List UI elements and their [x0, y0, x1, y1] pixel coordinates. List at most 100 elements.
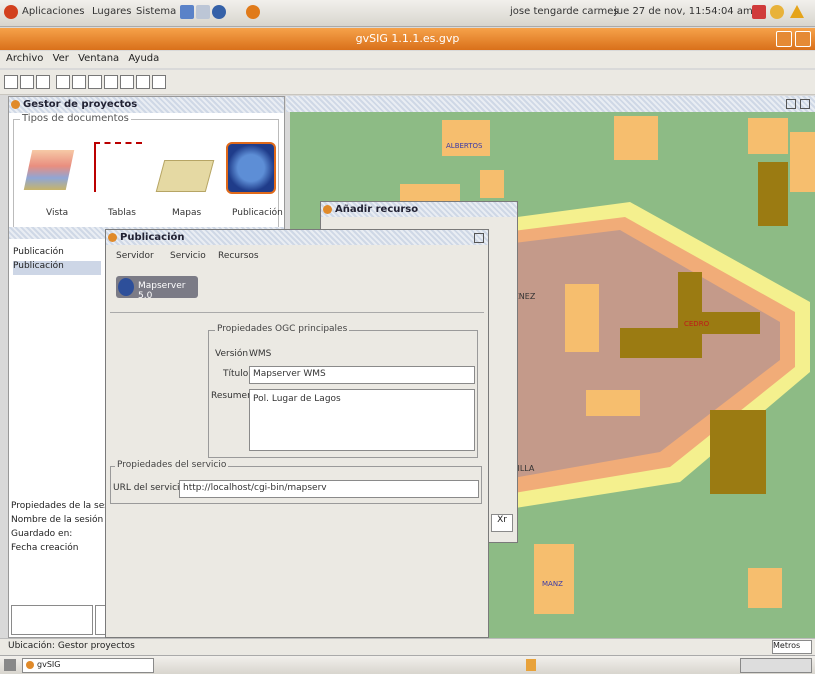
- ogc-properties-group: Propiedades OGC principales Versión WMS …: [208, 324, 478, 458]
- close-icon[interactable]: [474, 233, 484, 243]
- map-building: [710, 410, 766, 494]
- prop-session-name: Nombre de la sesión: [11, 515, 104, 525]
- launcher-icon[interactable]: [196, 5, 210, 19]
- minimize-button[interactable]: [776, 31, 792, 47]
- network-icon: [770, 5, 784, 19]
- tool-icon[interactable]: [88, 75, 102, 89]
- map-building: [586, 390, 640, 416]
- workspace-switcher[interactable]: [740, 658, 812, 673]
- props-title: Propiedades de la ses: [11, 501, 109, 511]
- tool-icon[interactable]: [120, 75, 134, 89]
- gvsig-icon: [11, 100, 20, 109]
- menu-places[interactable]: Lugares: [92, 6, 131, 17]
- taskbar: gvSIG: [0, 655, 815, 674]
- update-icon[interactable]: [752, 5, 766, 19]
- tool-icon[interactable]: [72, 75, 86, 89]
- map-label: ALBERTOS: [446, 142, 483, 150]
- url-value: http://localhost/cgi-bin/mapserv: [183, 483, 327, 493]
- menubar: Archivo Ver Ventana Ayuda: [0, 51, 815, 68]
- taskbar-task-label: gvSIG: [37, 660, 61, 669]
- title-field[interactable]: Mapserver WMS: [249, 366, 475, 384]
- add-resource-title: Añadir recurso: [335, 204, 419, 215]
- map-doc-icon[interactable]: [155, 160, 215, 192]
- taskbar-task[interactable]: gvSIG: [22, 658, 154, 673]
- user-name[interactable]: jose tengarde carmes: [510, 6, 619, 17]
- window-title: gvSIG 1.1.1.es.gvp: [355, 32, 460, 45]
- abstract-label: Resumen: [211, 391, 253, 401]
- table-doc-icon[interactable]: [94, 142, 142, 192]
- map-building: [790, 132, 815, 192]
- version-label: Versión: [215, 349, 249, 359]
- new-icon[interactable]: [4, 75, 18, 89]
- menu-view[interactable]: Ver: [53, 53, 69, 64]
- cancel-button[interactable]: Xr: [491, 514, 513, 532]
- units-field[interactable]: Metros: [772, 640, 812, 654]
- warning-icon: [790, 5, 804, 18]
- window-titlebar[interactable]: gvSIG 1.1.1.es.gvp: [0, 28, 815, 50]
- doc-type-tables[interactable]: Tablas: [108, 208, 136, 218]
- menu-file[interactable]: Archivo: [6, 53, 43, 64]
- map-building: [614, 116, 658, 160]
- menu-applications[interactable]: Aplicaciones: [22, 6, 84, 17]
- help-icon[interactable]: [212, 5, 226, 19]
- title-value: Mapserver WMS: [253, 369, 326, 379]
- gvsig-icon: [26, 661, 34, 669]
- map-view-header[interactable]: [286, 96, 815, 112]
- clock[interactable]: jue 27 de nov, 11:54:04 am: [614, 6, 753, 17]
- map-building: [758, 162, 788, 226]
- gvsig-icon: [108, 233, 117, 242]
- doc-type-view[interactable]: Vista: [46, 208, 68, 218]
- comments-field[interactable]: [11, 605, 93, 635]
- tool-icon[interactable]: [104, 75, 118, 89]
- menu-system[interactable]: Sistema: [136, 6, 176, 17]
- publish-doc-icon[interactable]: [226, 142, 276, 194]
- launcher-icon[interactable]: [180, 5, 194, 19]
- units-value: Metros: [773, 641, 801, 650]
- close-icon[interactable]: [800, 99, 810, 109]
- prop-created: Fecha creación: [11, 543, 79, 553]
- close-button[interactable]: [795, 31, 811, 47]
- status-bar: Ubicación: Gestor proyectos Metros: [0, 638, 815, 655]
- doc-types-legend: Tipos de documentos: [20, 113, 131, 124]
- publication-dialog-title: Publicación: [120, 232, 185, 243]
- abstract-field[interactable]: Pol. Lugar de Lagos: [249, 389, 475, 451]
- doc-type-publish[interactable]: Publicación: [232, 208, 283, 218]
- service-properties-group: Propiedades del servicio URL del servici…: [110, 460, 482, 504]
- abstract-value: Pol. Lugar de Lagos: [253, 394, 341, 404]
- map-building: [534, 544, 574, 614]
- pointer-icon[interactable]: [136, 75, 150, 89]
- list-item-selected[interactable]: Publicación: [13, 261, 101, 275]
- tool-icon[interactable]: [56, 75, 70, 89]
- notification-icon[interactable]: [526, 659, 536, 671]
- server-badge-label: Mapserver 5.0: [138, 281, 186, 301]
- tool-icon[interactable]: [152, 75, 166, 89]
- project-manager-header[interactable]: Gestor de proyectos: [9, 97, 284, 113]
- map-building: [442, 120, 490, 156]
- doc-type-maps[interactable]: Mapas: [172, 208, 201, 218]
- add-resource-header[interactable]: Añadir recurso: [321, 202, 517, 217]
- list-item[interactable]: Publicación: [13, 247, 64, 257]
- service-legend: Propiedades del servicio: [115, 460, 229, 470]
- status-left: Ubicación: Gestor proyectos: [8, 641, 135, 651]
- view-doc-icon[interactable]: [23, 150, 75, 190]
- tab-resources[interactable]: Recursos: [218, 251, 259, 267]
- menu-help[interactable]: Ayuda: [128, 53, 159, 64]
- title-label: Título: [223, 369, 249, 379]
- menu-window[interactable]: Ventana: [78, 53, 119, 64]
- maximize-icon[interactable]: [786, 99, 796, 109]
- tab-service[interactable]: Servicio: [170, 251, 206, 267]
- separator: [110, 312, 484, 313]
- server-icon: [118, 278, 134, 296]
- cancel-label: Xr: [497, 515, 507, 525]
- browser-icon[interactable]: [246, 5, 260, 19]
- save-icon[interactable]: [36, 75, 50, 89]
- url-field[interactable]: http://localhost/cgi-bin/mapserv: [179, 480, 479, 498]
- map-building: [748, 118, 788, 154]
- publication-dialog-header[interactable]: Publicación: [106, 230, 488, 245]
- server-badge: Mapserver 5.0: [116, 276, 198, 301]
- tab-server[interactable]: Servidor: [116, 251, 154, 267]
- distro-logo-icon[interactable]: [4, 5, 18, 19]
- map-label: MANZ: [542, 580, 563, 588]
- open-icon[interactable]: [20, 75, 34, 89]
- show-desktop-icon[interactable]: [4, 659, 16, 671]
